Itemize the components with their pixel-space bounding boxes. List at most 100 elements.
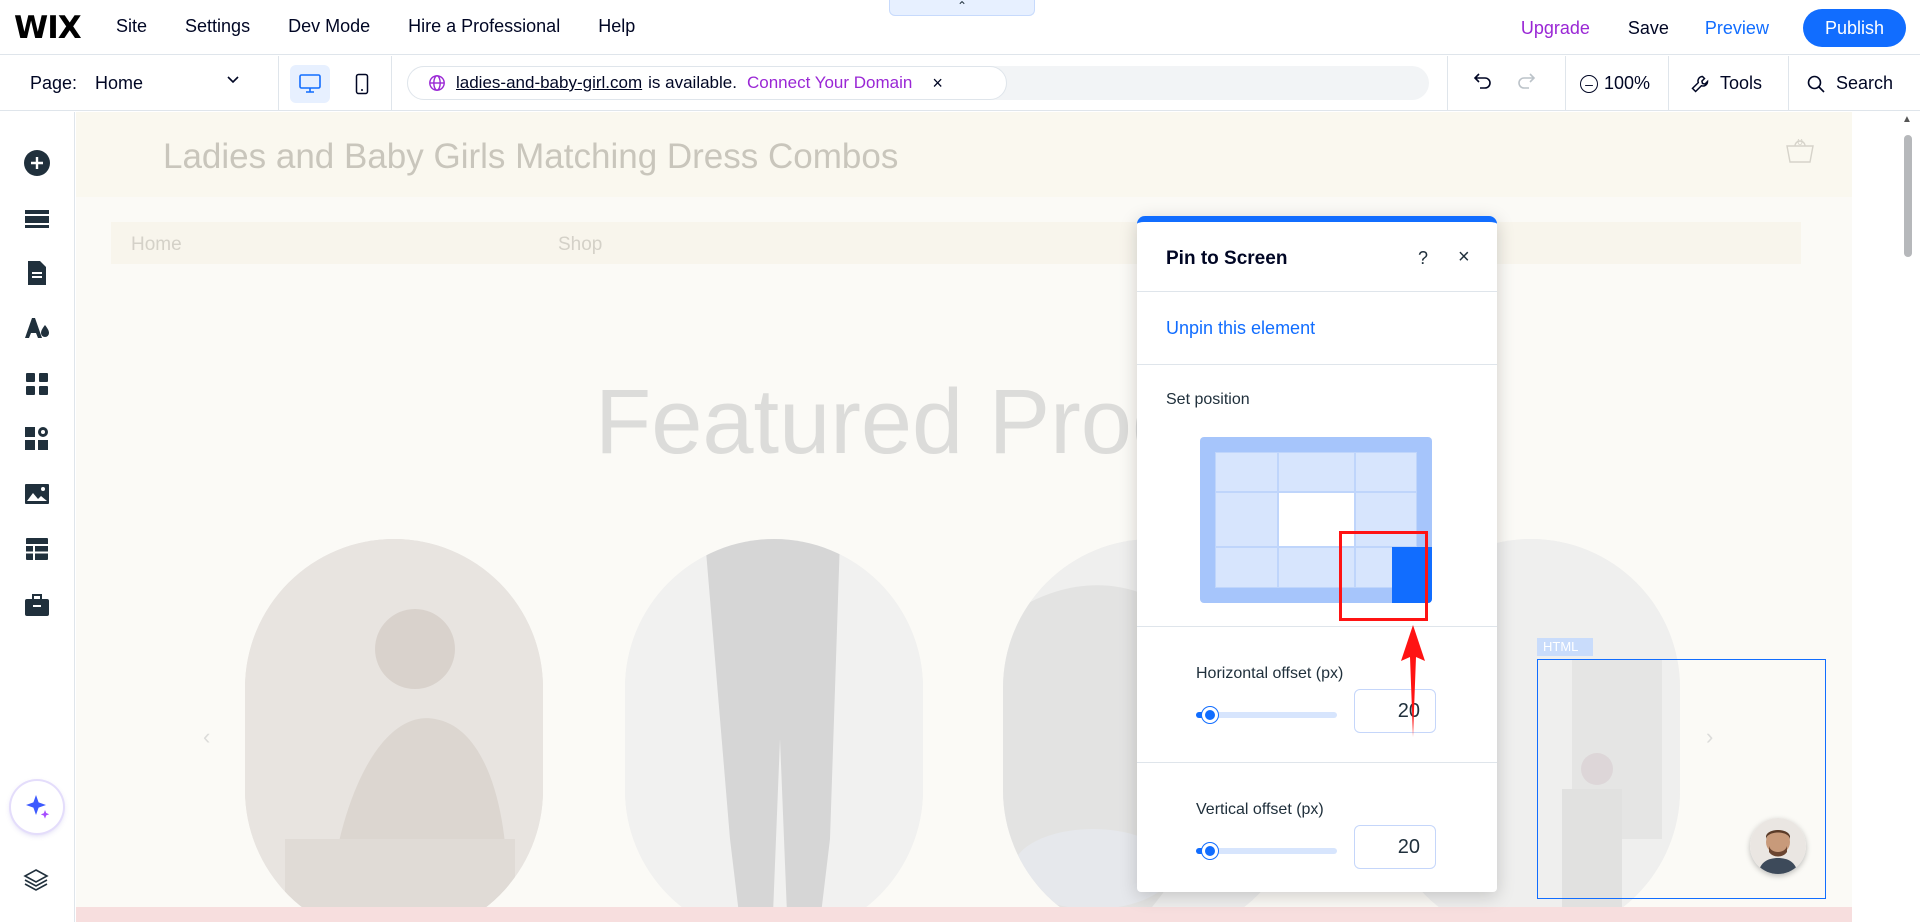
tools-button[interactable]: Tools (1690, 73, 1762, 94)
tools-label: Tools (1720, 73, 1763, 93)
site-title[interactable]: Ladies and Baby Girls Matching Dress Com… (163, 137, 898, 177)
divider (1447, 56, 1448, 111)
position-top-right[interactable] (1355, 452, 1417, 492)
position-middle-left[interactable] (1215, 492, 1278, 547)
highlight-annotation (1339, 531, 1428, 621)
publish-button[interactable]: Publish (1802, 9, 1906, 47)
redo-icon[interactable] (1515, 70, 1537, 99)
site-menu-home[interactable]: Home (131, 234, 182, 256)
connect-domain-link[interactable]: Connect Your Domain (747, 73, 912, 93)
search-icon (1807, 75, 1825, 93)
slider-prev-icon[interactable]: ‹ (203, 724, 210, 750)
search-label: Search (1836, 73, 1894, 93)
availability-text: is available. (648, 73, 737, 92)
desktop-icon (299, 74, 321, 93)
sections-icon[interactable] (22, 204, 52, 234)
chevron-down-icon (225, 71, 241, 92)
save-button[interactable]: Save (1628, 18, 1669, 39)
mobile-view-button[interactable] (342, 65, 382, 103)
slider-handle[interactable] (1202, 707, 1218, 723)
business-apps-icon[interactable] (22, 424, 52, 454)
html-element-tag: HTML (1537, 638, 1593, 656)
collapse-toolbar-button[interactable]: ⌃ (889, 0, 1035, 16)
divider (1788, 56, 1789, 111)
divider (1137, 364, 1497, 365)
page-selector[interactable]: Page: Home (30, 73, 239, 94)
page-label: Page: (30, 73, 78, 93)
chat-avatar[interactable] (1750, 818, 1806, 874)
help-icon[interactable]: ? (1418, 248, 1428, 269)
media-icon[interactable] (22, 479, 52, 509)
menu-hire-professional[interactable]: Hire a Professional (408, 16, 560, 37)
slider-handle[interactable] (1202, 843, 1218, 859)
apps-icon[interactable] (22, 369, 52, 399)
mobile-icon (355, 73, 369, 95)
divider (391, 56, 392, 111)
zoom-out-icon: – (1580, 74, 1598, 93)
horizontal-offset-label: Horizontal offset (px) (1196, 665, 1344, 682)
svg-text:0: 0 (1797, 139, 1803, 148)
annotation-arrow-icon (1401, 625, 1425, 737)
divider (1137, 762, 1497, 763)
layers-icon[interactable] (22, 867, 50, 898)
divider (1137, 626, 1497, 627)
wrench-icon (1691, 75, 1709, 93)
scroll-up-icon[interactable]: ▲ (1902, 114, 1912, 125)
undo-icon[interactable] (1472, 70, 1494, 99)
secondary-bar: Page: Home ladies-and-baby-girl.com is a… (0, 56, 1920, 111)
domain-banner: ladies-and-baby-girl.com is available. C… (407, 66, 1007, 100)
zoom-value: 100% (1604, 73, 1651, 93)
preview-button[interactable]: Preview (1705, 18, 1769, 39)
menu-settings[interactable]: Settings (185, 16, 250, 37)
product-image[interactable] (625, 539, 923, 922)
vertical-offset-slider[interactable] (1196, 843, 1337, 859)
upgrade-button[interactable]: Upgrade (1521, 18, 1590, 39)
menu-site[interactable]: Site (116, 16, 147, 37)
portfolio-icon[interactable] (22, 590, 52, 620)
menu-dev-mode[interactable]: Dev Mode (288, 16, 370, 37)
position-top-center[interactable] (1278, 452, 1355, 492)
site-menu-shop[interactable]: Shop (558, 234, 602, 256)
top-menu: Site Settings Dev Mode Hire a Profession… (116, 16, 635, 37)
globe-icon (429, 75, 445, 91)
pin-to-screen-panel: Pin to Screen ? × Unpin this element Set… (1137, 216, 1497, 892)
divider (1565, 56, 1566, 111)
divider (278, 56, 279, 111)
domain-bar: ladies-and-baby-girl.com is available. C… (407, 66, 1429, 100)
pages-icon[interactable] (22, 258, 52, 288)
ai-assistant-icon[interactable] (11, 781, 63, 833)
next-section-strip[interactable] (76, 907, 1852, 922)
design-icon[interactable] (22, 313, 52, 343)
divider (1137, 291, 1497, 292)
chevron-up-icon: ⌃ (956, 0, 968, 13)
position-bottom-left[interactable] (1215, 547, 1278, 588)
close-icon[interactable]: × (1458, 246, 1470, 269)
panel-title: Pin to Screen (1166, 248, 1288, 269)
cms-icon[interactable] (22, 534, 52, 564)
editor-canvas[interactable]: Ladies and Baby Girls Matching Dress Com… (76, 112, 1852, 922)
domain-link[interactable]: ladies-and-baby-girl.com (456, 73, 642, 93)
cart-icon[interactable]: 0 (1784, 137, 1816, 172)
featured-heading[interactable]: Featured Prod (595, 370, 1183, 475)
set-position-label: Set position (1166, 391, 1250, 408)
product-image[interactable] (245, 539, 543, 922)
vertical-offset-label: Vertical offset (px) (1196, 801, 1324, 818)
unpin-element-link[interactable]: Unpin this element (1166, 318, 1315, 339)
wix-logo[interactable]: WIX (14, 10, 82, 46)
vertical-offset-input[interactable]: 20 (1354, 825, 1436, 869)
search-button[interactable]: Search (1806, 73, 1893, 94)
top-actions: Upgrade Save Preview Publish (1521, 9, 1920, 47)
canvas-scrollbar-thumb[interactable] (1904, 135, 1912, 257)
zoom-control[interactable]: – 100% (1580, 73, 1650, 94)
site-menu[interactable] (111, 222, 1801, 264)
add-icon[interactable] (22, 148, 52, 178)
left-toolbar (0, 112, 75, 922)
page-value: Home (95, 73, 144, 93)
top-bar: WIX Site Settings Dev Mode Hire a Profes… (0, 0, 1920, 55)
divider (1668, 56, 1669, 111)
horizontal-offset-slider[interactable] (1196, 707, 1337, 723)
close-icon[interactable]: × (932, 73, 943, 94)
menu-help[interactable]: Help (598, 16, 635, 37)
desktop-view-button[interactable] (290, 65, 330, 103)
position-top-left[interactable] (1215, 452, 1278, 492)
